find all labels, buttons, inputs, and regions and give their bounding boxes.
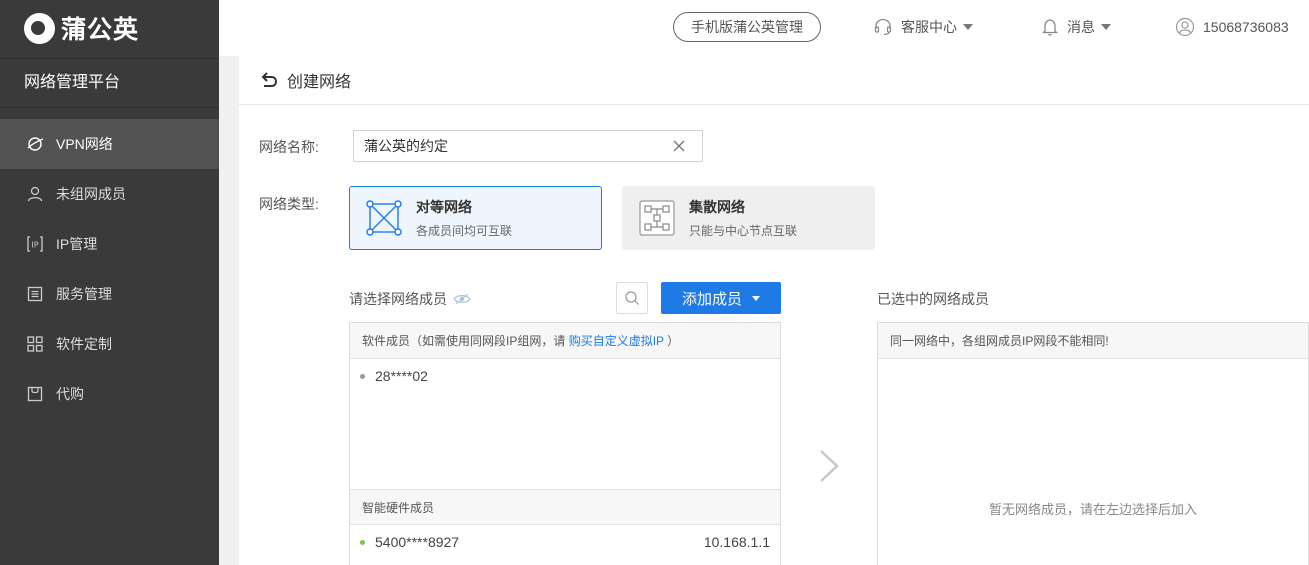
sidebar-item-purchase[interactable]: 代购: [0, 369, 219, 419]
search-button[interactable]: [616, 282, 648, 314]
sidebar-item-label: 未组网成员: [56, 186, 126, 202]
member-id: 5400****8927: [375, 534, 460, 550]
type-description: 各成员间均可互联: [416, 224, 513, 238]
account-phone: 15068736083: [1203, 19, 1289, 35]
online-status-dot: [360, 539, 365, 545]
select-members-label: 请选择网络成员: [349, 291, 447, 307]
list-item[interactable]: 28****02: [350, 359, 780, 393]
sidebar-item-label: 服务管理: [56, 286, 112, 302]
add-member-button[interactable]: 添加成员: [661, 282, 781, 314]
dandelion-logo-icon: [24, 12, 55, 44]
sidebar: 蒲公英 网络管理平台 VPN网络 未组网成员 IP IP管理 服务管理 软件定制…: [0, 0, 219, 565]
network-name-input[interactable]: [353, 130, 703, 162]
messages-label: 消息: [1067, 19, 1095, 35]
empty-state-text: 暂无网络成员，请在左边选择后加入: [988, 502, 1197, 517]
buy-virtual-ip-link[interactable]: 购买自定义虚拟IP: [569, 334, 664, 348]
sidebar-item-ip-management[interactable]: IP IP管理: [0, 219, 219, 269]
type-description: 只能与中心节点互联: [689, 224, 798, 238]
clear-input-icon[interactable]: [671, 138, 687, 154]
type-title: 对等网络: [416, 199, 472, 215]
chevron-down-icon: [963, 24, 973, 30]
software-members-title: 软件成员（如需使用同网段IP组网，请: [362, 334, 569, 348]
sidebar-item-ungrouped-members[interactable]: 未组网成员: [0, 169, 219, 219]
svg-text:IP: IP: [31, 241, 38, 250]
peer-network-icon: [366, 200, 402, 236]
chevron-down-icon: [1101, 24, 1111, 30]
messages-menu[interactable]: 消息: [1041, 16, 1111, 38]
selected-members-box: 同一网络中，各组网成员IP网段不能相同! 暂无网络成员，请在左边选择后加入: [877, 322, 1309, 565]
selected-members-warning: 同一网络中，各组网成员IP网段不能相同!: [878, 323, 1308, 359]
service-list-icon: [26, 285, 44, 303]
sidebar-item-label: 代购: [56, 386, 84, 402]
account-avatar-icon: [1175, 17, 1195, 37]
create-network-panel: 创建网络 网络名称: 网络类型: 对等网络 各成员间均可互联: [239, 56, 1309, 565]
member-id: 28****02: [375, 368, 428, 384]
vpn-network-icon: [26, 135, 44, 153]
page-header: 创建网络: [239, 56, 1309, 105]
ip-icon: IP: [26, 235, 44, 253]
box-icon: [26, 385, 44, 403]
network-type-peer-option[interactable]: 对等网络 各成员间均可互联: [349, 186, 602, 250]
add-member-label: 添加成员: [681, 290, 742, 308]
user-icon: [26, 185, 44, 203]
sidebar-item-label: 软件定制: [56, 336, 112, 352]
select-members-heading: 请选择网络成员: [349, 289, 471, 309]
brand-name: 蒲公英: [61, 16, 140, 44]
list-item[interactable]: 5400****8927 10.168.1.1: [350, 525, 780, 559]
eye-hidden-icon[interactable]: [453, 293, 471, 305]
grid-apps-icon: [26, 335, 44, 353]
network-name-label: 网络名称:: [259, 139, 319, 155]
bell-icon: [1041, 19, 1059, 36]
sidebar-item-label: VPN网络: [56, 136, 113, 152]
available-members-box: 软件成员（如需使用同网段IP组网，请 购买自定义虚拟IP ） 28****02 …: [349, 322, 781, 565]
top-header: 手机版蒲公英管理 客服中心 消息 15068736083: [219, 0, 1309, 56]
sidebar-item-label: IP管理: [56, 236, 98, 252]
chevron-down-icon: [752, 295, 760, 301]
move-right-icon[interactable]: [817, 449, 841, 483]
status-dot: [360, 373, 365, 379]
brand-logo[interactable]: 蒲公英: [24, 12, 139, 44]
support-label: 客服中心: [901, 19, 957, 35]
headset-icon: [874, 18, 892, 36]
mobile-manage-button[interactable]: 手机版蒲公英管理: [673, 12, 821, 42]
type-title: 集散网络: [689, 199, 745, 215]
software-members-header: 软件成员（如需使用同网段IP组网，请 购买自定义虚拟IP ）: [350, 323, 780, 359]
platform-title: 网络管理平台: [0, 58, 219, 108]
hardware-members-header: 智能硬件成员: [350, 489, 780, 525]
search-icon: [625, 291, 639, 305]
network-type-label: 网络类型:: [259, 196, 319, 212]
software-members-suffix: ）: [663, 334, 680, 348]
sidebar-item-service-management[interactable]: 服务管理: [0, 269, 219, 319]
back-arrow-icon[interactable]: [259, 70, 279, 90]
sidebar-item-vpn[interactable]: VPN网络: [0, 119, 219, 169]
hub-network-icon: [639, 200, 675, 236]
network-type-hub-option[interactable]: 集散网络 只能与中心节点互联: [622, 186, 875, 250]
sidebar-item-software-custom[interactable]: 软件定制: [0, 319, 219, 369]
support-center-menu[interactable]: 客服中心: [873, 16, 973, 38]
account-menu[interactable]: 15068736083: [1175, 16, 1289, 38]
member-ip: 10.168.1.1: [703, 534, 770, 550]
page-title: 创建网络: [287, 74, 352, 91]
selected-members-label: 已选中的网络成员: [877, 291, 989, 307]
sidebar-nav: VPN网络 未组网成员 IP IP管理 服务管理 软件定制 代购: [0, 119, 219, 419]
